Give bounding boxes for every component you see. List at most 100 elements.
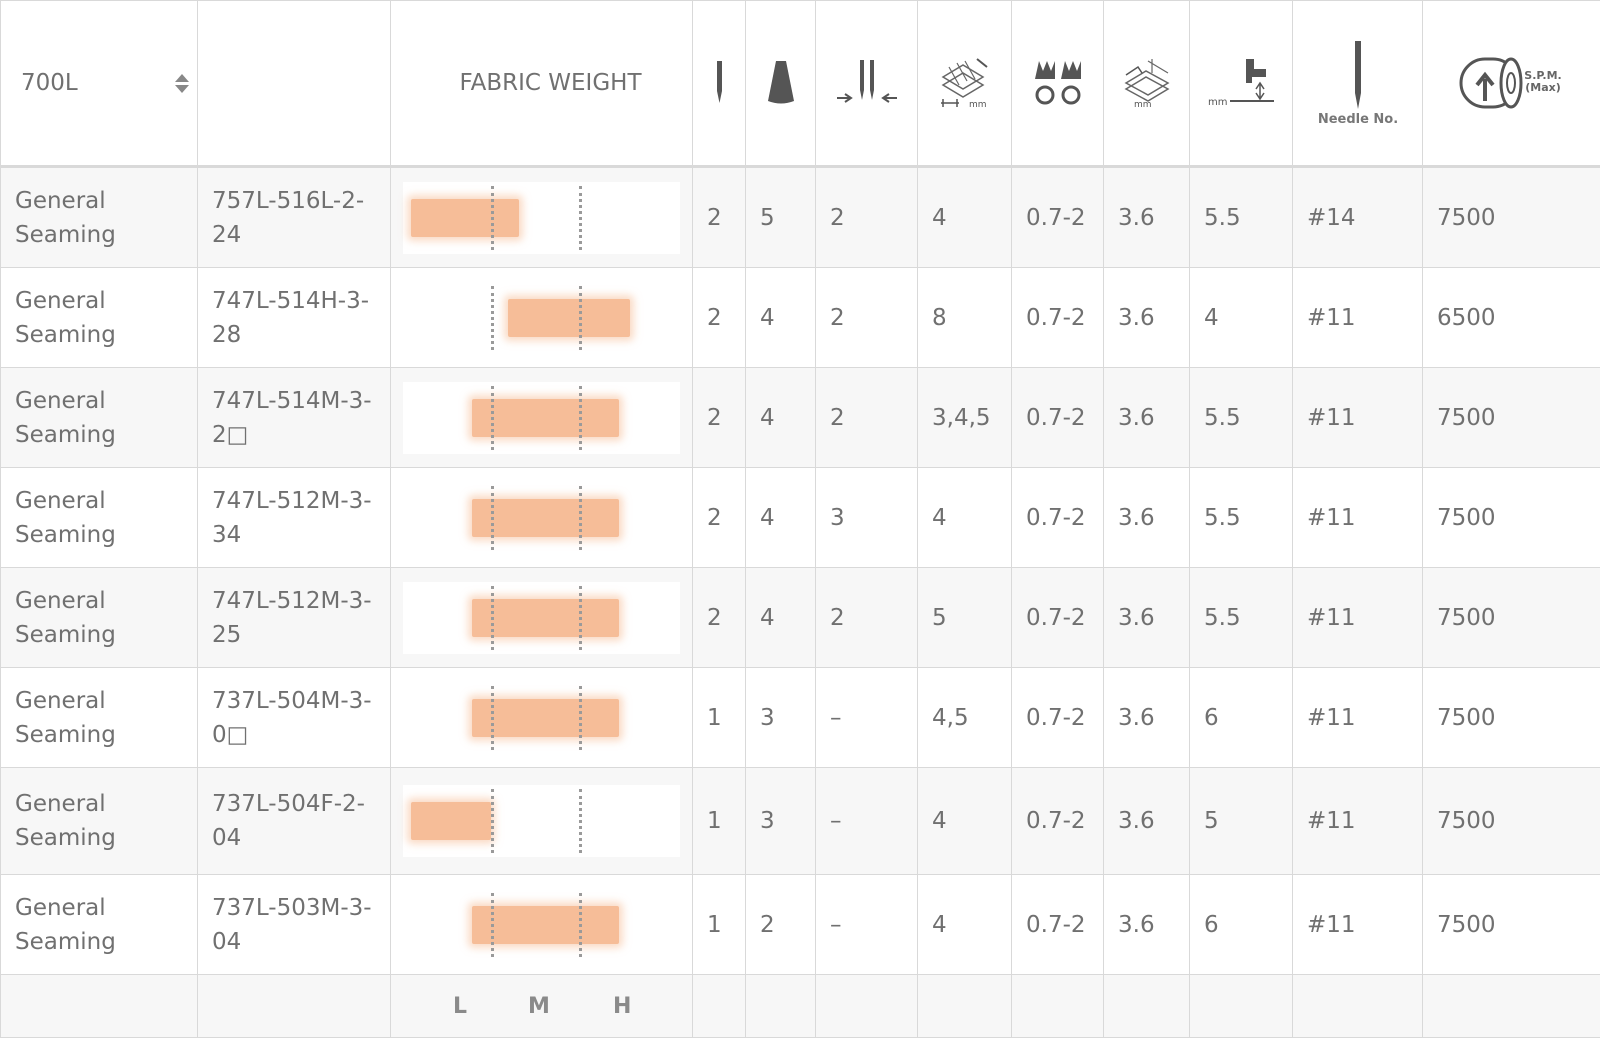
threads-cell: 2 [745, 874, 816, 975]
overedge-width-icon: mm [917, 0, 1012, 168]
needle-gauge-cell: – [815, 767, 918, 875]
spm-cell: 7500 [1422, 667, 1600, 768]
threads-cell: 4 [745, 267, 816, 368]
model-cell[interactable]: 747L-514H-3-28 [197, 267, 391, 368]
model-cell[interactable]: 747L-512M-3-25 [197, 567, 391, 668]
overedge-width-cell: 4 [917, 467, 1012, 568]
light-label: L [453, 994, 468, 1019]
fabric-weight-label: FABRIC WEIGHT [459, 70, 642, 96]
svg-text:mm: mm [969, 100, 987, 109]
fabric-weight-cell [390, 874, 693, 975]
fabric-weight-bar [508, 298, 630, 337]
needle-gauge-cell: – [815, 874, 918, 975]
fabric-weight-gauge [403, 381, 680, 454]
needle-icon [692, 0, 746, 168]
medium-heavy-marker [579, 185, 582, 250]
fabric-weight-cell [390, 166, 693, 268]
threads-cell: 4 [745, 367, 816, 468]
stitch-length-cell: 3.6 [1103, 667, 1190, 768]
threads-cell: 3 [745, 667, 816, 768]
needle-gauge-cell: 2 [815, 267, 918, 368]
diff-feed-cell: 0.7-2 [1011, 367, 1104, 468]
fabric-scale-legend: L M H [390, 974, 693, 1038]
application-cell: General Seaming [0, 567, 198, 668]
model-cell[interactable]: 757L-516L-2-24 [197, 166, 391, 268]
threads-cell: 4 [745, 467, 816, 568]
presser-foot-lift-icon: mm [1189, 0, 1293, 168]
spm-icon: S.P.M. (Max) [1422, 0, 1600, 168]
svg-text:mm: mm [1134, 100, 1152, 109]
fabric-weight-header: FABRIC WEIGHT [390, 0, 693, 168]
needles-cell: 2 [692, 367, 746, 468]
spm-cell: 6500 [1422, 267, 1600, 368]
needle-no-cell: #11 [1292, 667, 1423, 768]
differential-feed-icon [1011, 0, 1104, 168]
stitch-length-cell: 3.6 [1103, 467, 1190, 568]
fabric-weight-gauge [403, 889, 680, 961]
fabric-weight-cell [390, 267, 693, 368]
needle-gauge-cell: 2 [815, 567, 918, 668]
light-medium-marker [491, 185, 494, 250]
diff-feed-cell: 0.7-2 [1011, 874, 1104, 975]
spec-table: 700L FABRIC WEIGHT mm mm mm Needle No. S… [0, 0, 1600, 1038]
table-row: General Seaming 747L-514M-3-2□ 2 4 2 3,4,5 0.7… [0, 367, 1600, 468]
diff-feed-cell: 0.7-2 [1011, 667, 1104, 768]
diff-feed-cell: 0.7-2 [1011, 567, 1104, 668]
light-medium-marker [491, 789, 494, 853]
stitch-length-cell: 3.6 [1103, 874, 1190, 975]
needle-no-cell: #11 [1292, 874, 1423, 975]
medium-heavy-marker [579, 285, 582, 350]
svg-text:mm: mm [1208, 97, 1227, 108]
table-row: General Seaming 747L-512M-3-34 2 4 3 4 0.7-2 3.… [0, 467, 1600, 568]
application-cell: General Seaming [0, 667, 198, 768]
sort-icon[interactable] [175, 73, 189, 93]
foot-lift-cell: 5 [1189, 767, 1293, 875]
model-cell[interactable]: 737L-503M-3-04 [197, 874, 391, 975]
heavy-label: H [613, 994, 632, 1019]
table-row: General Seaming 737L-503M-3-04 1 2–4 0.7-2 3.… [0, 874, 1600, 975]
medium-heavy-marker [579, 485, 582, 550]
medium-label: M [528, 994, 550, 1019]
fabric-weight-gauge [403, 581, 680, 654]
needle-no-cell: #14 [1292, 166, 1423, 268]
foot-lift-cell: 6 [1189, 874, 1293, 975]
fabric-weight-bar [472, 598, 619, 637]
series-sort-header[interactable]: 700L [0, 0, 198, 168]
needles-cell: 2 [692, 467, 746, 568]
overedge-width-cell: 8 [917, 267, 1012, 368]
model-cell[interactable]: 737L-504M-3-0□ [197, 667, 391, 768]
table-row: General Seaming 737L-504F-2-04 1 3–4 0.7-2 3.… [0, 767, 1600, 875]
fabric-weight-bar [472, 905, 619, 944]
needles-cell: 1 [692, 767, 746, 875]
foot-lift-cell: 5.5 [1189, 567, 1293, 668]
fabric-weight-gauge [403, 682, 680, 754]
medium-heavy-marker [579, 789, 582, 853]
foot-lift-cell: 6 [1189, 667, 1293, 768]
light-medium-marker [491, 285, 494, 350]
fabric-weight-gauge [403, 282, 680, 354]
medium-heavy-marker [579, 685, 582, 750]
stitch-length-cell: 3.6 [1103, 267, 1190, 368]
application-cell: General Seaming [0, 874, 198, 975]
application-cell: General Seaming [0, 367, 198, 468]
fabric-weight-bar [472, 498, 619, 537]
needle-gauge-cell: 2 [815, 166, 918, 268]
foot-lift-cell: 5.5 [1189, 166, 1293, 268]
threads-cell: 5 [745, 166, 816, 268]
threads-cell: 3 [745, 767, 816, 875]
application-cell: General Seaming [0, 267, 198, 368]
model-cell[interactable]: 747L-514M-3-2□ [197, 367, 391, 468]
diff-feed-cell: 0.7-2 [1011, 767, 1104, 875]
header-row: 700L FABRIC WEIGHT mm mm mm Needle No. S… [0, 0, 1600, 168]
application-cell: General Seaming [0, 166, 198, 268]
model-cell[interactable]: 747L-512M-3-34 [197, 467, 391, 568]
needle-gauge-cell: 3 [815, 467, 918, 568]
model-cell[interactable]: 737L-504F-2-04 [197, 767, 391, 875]
spm-cell: 7500 [1422, 166, 1600, 268]
spm-cell: 7500 [1422, 874, 1600, 975]
overedge-width-cell: 4 [917, 166, 1012, 268]
stitch-length-cell: 3.6 [1103, 567, 1190, 668]
application-cell: General Seaming [0, 467, 198, 568]
fabric-weight-gauge [403, 785, 680, 857]
stitch-length-cell: 3.6 [1103, 166, 1190, 268]
